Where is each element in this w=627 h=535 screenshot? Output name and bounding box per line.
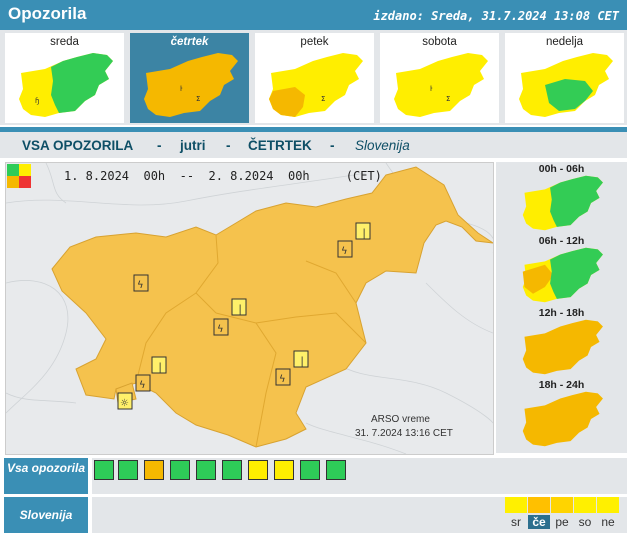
thunderstorm-icon[interactable] — [144, 460, 164, 480]
validity-range: 1. 8.2024 00h -- 2. 8.2024 00h (CET) — [64, 169, 382, 183]
day-tab-petek[interactable]: petek Σ — [255, 33, 374, 123]
row-label-text: Vsa opozorila — [6, 461, 86, 475]
svg-text:Σ: Σ — [446, 95, 450, 103]
svg-text:Σ: Σ — [321, 95, 325, 103]
day-selector: sreda ɧ četrtek ŀ Σ petek Σ sobota ŀ Σ n… — [0, 30, 627, 125]
week-day-label: pe — [555, 515, 569, 529]
snow-icon[interactable] — [170, 460, 190, 480]
svg-text:ϟ: ϟ — [139, 380, 146, 391]
slot-map — [522, 247, 603, 303]
row-label-all-warnings[interactable]: Vsa opozorila — [4, 458, 88, 494]
low-temperature-icon[interactable] — [222, 460, 242, 480]
legend-yellow-swatch — [19, 164, 31, 176]
svg-text:ϟ: ϟ — [341, 246, 348, 257]
subtitle-all: VSA OPOZORILA — [22, 138, 134, 153]
day-label: nedelja — [545, 36, 584, 48]
map-credit: ARSO vreme 31. 7.2024 13:16 CET — [355, 413, 453, 441]
legend-orange-swatch — [7, 176, 19, 188]
app-header: Opozorila izdano: Sreda, 31.7.2024 13:08… — [0, 0, 627, 30]
svg-text:ϟ: ϟ — [279, 374, 286, 385]
credit-source: ARSO vreme — [371, 414, 430, 425]
svg-text:☼: ☼ — [120, 398, 129, 409]
svg-text:❘: ❘ — [156, 362, 164, 373]
avalanche-icon[interactable] — [326, 460, 346, 480]
mini-map-petek: Σ — [269, 53, 363, 117]
week-day-swatch[interactable] — [528, 497, 550, 513]
day-label: sreda — [50, 36, 79, 48]
credit-timestamp: 31. 7.2024 13:16 CET — [355, 428, 453, 439]
fog-icon[interactable] — [196, 460, 216, 480]
legend-green-swatch — [7, 164, 19, 176]
svg-text:❘: ❘ — [360, 228, 368, 239]
week-day-label: ne — [601, 515, 615, 529]
wind-icon[interactable] — [94, 460, 114, 480]
day-label: sobota — [422, 36, 457, 48]
slot-map — [522, 391, 603, 447]
svg-text:ϟ: ϟ — [217, 324, 224, 335]
time-slot-06-12[interactable]: 06h - 12h — [498, 234, 625, 304]
subtitle-region: Slovenija — [355, 138, 410, 153]
slovenia-map: ϟ ϟ ❘ ϟ ❘ ϟ ❘ ☼ ϟ ❘ — [6, 163, 493, 454]
svg-text:ɧ: ɧ — [35, 97, 39, 105]
mini-map-nedelja — [519, 53, 613, 117]
day-tab-sobota[interactable]: sobota ŀ Σ — [380, 33, 499, 123]
subtitle-when: jutri — [180, 138, 206, 153]
high-temperature-icon[interactable] — [248, 460, 268, 480]
time-slot-18-24[interactable]: 18h - 24h — [498, 378, 625, 448]
week-day-label: sr — [511, 515, 521, 529]
day-tab-cetrtek[interactable]: četrtek ŀ Σ — [130, 33, 249, 123]
subtitle-dash: - — [157, 138, 162, 153]
warning-type-strip — [92, 458, 627, 494]
subtitle-dash: - — [226, 138, 231, 153]
svg-text:ϟ: ϟ — [137, 280, 144, 291]
legend-red-swatch — [19, 176, 31, 188]
page-title: Opozorila — [8, 4, 87, 23]
time-slot-panel: 00h - 06h 06h - 12h 12h - 18h 18h - 24h — [496, 162, 627, 453]
week-day-swatch[interactable] — [574, 497, 596, 513]
rain-icon[interactable] — [118, 460, 138, 480]
time-slot-00-06[interactable]: 00h - 06h — [498, 162, 625, 232]
slot-map — [522, 319, 603, 375]
time-slot-12-18[interactable]: 12h - 18h — [498, 306, 625, 376]
day-label: četrtek — [170, 36, 209, 48]
subtitle-dash: - — [330, 138, 335, 153]
row-label-text: Slovenija — [19, 508, 73, 522]
svg-text:❘: ❘ — [298, 356, 306, 367]
section-subtitle: VSA OPOZORILA - jutri - ČETRTEK - Sloven… — [0, 132, 627, 158]
subtitle-day: ČETRTEK — [248, 138, 312, 153]
mini-map-sobota: ŀ Σ — [394, 53, 488, 117]
main-warning-map[interactable]: ϟ ϟ ❘ ϟ ❘ ϟ ❘ ☼ ϟ ❘ — [5, 162, 494, 455]
fire-risk-icon[interactable] — [274, 460, 294, 480]
svg-text:❘: ❘ — [236, 304, 244, 315]
day-label: petek — [300, 36, 329, 48]
mini-map-cetrtek: ŀ Σ — [144, 53, 238, 117]
mini-map-sreda: ɧ — [19, 53, 113, 117]
week-day-label: so — [578, 515, 592, 529]
week-day-swatch[interactable] — [505, 497, 527, 513]
slot-map — [522, 175, 603, 231]
week-day-swatch[interactable] — [597, 497, 619, 513]
week-day-label-selected: če — [528, 515, 550, 529]
week-day-swatch[interactable] — [551, 497, 573, 513]
coastal-icon[interactable] — [300, 460, 320, 480]
svg-text:Σ: Σ — [196, 95, 200, 103]
week-summary-strip: sr če pe so ne — [92, 497, 627, 533]
day-tab-sreda[interactable]: sreda ɧ — [5, 33, 124, 123]
day-tab-nedelja[interactable]: nedelja — [505, 33, 624, 123]
issued-timestamp: izdano: Sreda, 31.7.2024 13:08 CET — [373, 9, 619, 23]
row-label-region[interactable]: Slovenija — [4, 497, 88, 533]
